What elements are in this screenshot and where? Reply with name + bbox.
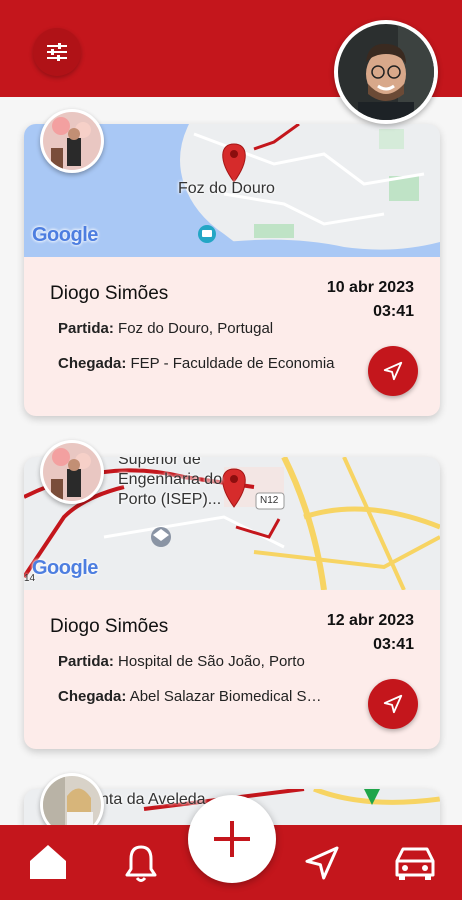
driver-name: Diogo Simões (50, 283, 169, 304)
map-place-label: Foz do Douro (178, 180, 275, 197)
departure-value: Hospital de São João, Porto (118, 653, 305, 670)
navigation-icon (305, 846, 339, 880)
road-label: N12 (260, 495, 279, 506)
profile-avatar[interactable] (334, 20, 438, 124)
map-place-label: Porto (ISEP)... (118, 491, 222, 508)
bell-icon (125, 845, 157, 882)
trip-card[interactable]: Superior de Engenharia do Porto (ISEP)..… (24, 457, 440, 749)
google-logo: Google (32, 557, 98, 579)
nav-trips[interactable] (302, 843, 342, 883)
driver-avatar (40, 109, 104, 173)
departure-label: Partida: (58, 653, 114, 670)
arrival-label: Chegada: (58, 688, 127, 705)
arrival-row: Chegada: FEP - Faculdade de Economia (58, 355, 370, 372)
user-photo (338, 24, 434, 120)
driver-name: Diogo Simões (50, 616, 169, 637)
add-icon (214, 821, 250, 857)
filter-button[interactable] (33, 28, 81, 76)
nav-home[interactable] (28, 843, 68, 881)
home-icon (30, 845, 66, 879)
navigation-icon (383, 361, 403, 381)
car-icon (395, 847, 435, 880)
sliders-icon (47, 43, 67, 61)
add-trip-button[interactable] (188, 795, 276, 883)
departure-value: Foz do Douro, Portugal (118, 320, 274, 337)
trip-time: 03:41 (373, 636, 414, 653)
map-place-label: Engenharia do (118, 471, 223, 488)
map-place-label: Superior de (118, 457, 201, 468)
departure-row: Partida: Hospital de São João, Porto (58, 653, 352, 670)
arrival-value: Abel Salazar Biomedical Sciences Institu… (129, 688, 328, 705)
trip-date: 10 abr 2023 (326, 279, 414, 296)
navigation-icon (383, 694, 403, 714)
trip-time: 03:41 (373, 303, 414, 320)
driver-avatar (40, 440, 104, 504)
arrival-label: Chegada: (58, 355, 127, 372)
nav-vehicles[interactable] (393, 845, 437, 881)
arrival-value: FEP - Faculdade de Economia (130, 355, 335, 372)
arrival-row: Chegada: Abel Salazar Biomedical Science… (58, 688, 328, 705)
google-logo: Google (32, 224, 98, 246)
trip-info: Diogo Simões 10 abr 2023 03:41 Partida: … (24, 257, 440, 416)
navigate-button[interactable] (368, 346, 418, 396)
nav-notifications[interactable] (123, 843, 159, 883)
map-place-label: nta da Aveleda (100, 791, 206, 808)
navigate-button[interactable] (368, 679, 418, 729)
departure-label: Partida: (58, 320, 114, 337)
departure-row: Partida: Foz do Douro, Portugal (58, 320, 370, 337)
trip-date: 12 abr 2023 (326, 612, 414, 629)
trip-info: Diogo Simões 12 abr 2023 03:41 Partida: … (24, 590, 440, 749)
